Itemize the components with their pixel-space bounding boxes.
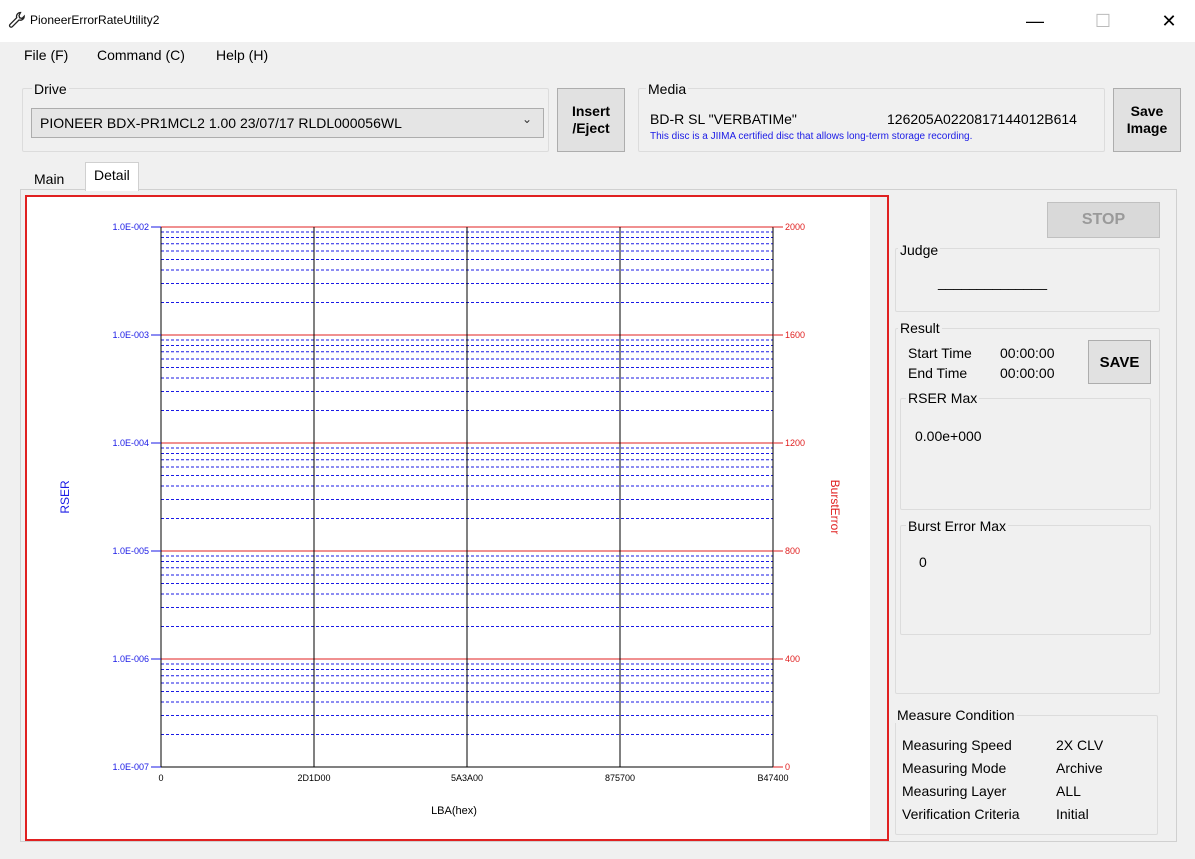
error-rate-chart: 1.0E-002 1.0E-003 1.0E-004 1.0E-005 1.0E-006… xyxy=(58,222,842,817)
close-button[interactable]: ✕ xyxy=(1146,0,1192,42)
stop-button[interactable]: STOP xyxy=(1047,202,1160,238)
y-left-tick-label: 1.0E-002 xyxy=(112,222,149,232)
rser-max-group xyxy=(900,398,1151,510)
minimize-button[interactable]: — xyxy=(1012,0,1058,42)
burst-error-max-label: Burst Error Max xyxy=(906,518,1009,534)
measuring-mode-value: Archive xyxy=(1056,760,1103,776)
media-label: Media xyxy=(646,81,689,97)
x-tick-label: 875700 xyxy=(605,773,635,783)
tab-detail[interactable]: Detail xyxy=(85,162,139,191)
result-label: Result xyxy=(898,320,942,336)
insert-eject-label-1: Insert xyxy=(571,103,611,119)
x-tick-label: 2D1D00 xyxy=(297,773,330,783)
measuring-layer-value: ALL xyxy=(1056,783,1081,799)
measuring-speed-label: Measuring Speed xyxy=(902,737,1012,753)
save-button[interactable]: SAVE xyxy=(1088,340,1151,384)
x-axis-label: LBA(hex) xyxy=(431,805,477,817)
menu-file[interactable]: File (F) xyxy=(24,47,68,63)
menu-help[interactable]: Help (H) xyxy=(216,47,268,63)
save-image-button[interactable]: Save Image xyxy=(1113,88,1181,152)
y-axis-right-label: BurstError xyxy=(828,480,842,535)
y-right-tick-label: 400 xyxy=(785,654,800,664)
measuring-layer-label: Measuring Layer xyxy=(902,783,1007,799)
x-tick-label: 5A3A00 xyxy=(451,773,483,783)
judge-value: ______________ xyxy=(938,274,1048,290)
wrench-icon xyxy=(8,11,25,28)
y-right-tick-label: 800 xyxy=(785,546,800,556)
end-time-value: 00:00:00 xyxy=(1000,365,1055,381)
chart-margin xyxy=(870,197,887,839)
rser-max-label: RSER Max xyxy=(906,390,980,406)
burst-error-max-group xyxy=(900,525,1151,635)
insert-eject-label-2: /Eject xyxy=(572,120,610,136)
judge-label: Judge xyxy=(898,242,941,258)
y-left-tick-label: 1.0E-007 xyxy=(112,762,149,772)
y-right-tick-label: 2000 xyxy=(785,222,805,232)
save-image-label-2: Image xyxy=(1126,120,1168,136)
measure-condition-label: Measure Condition xyxy=(895,707,1017,723)
verification-criteria-label: Verification Criteria xyxy=(902,806,1020,822)
tab-main[interactable]: Main xyxy=(26,167,72,193)
y-right-tick-label: 0 xyxy=(785,762,790,772)
rser-max-value: 0.00e+000 xyxy=(915,428,982,444)
start-time-label: Start Time xyxy=(908,345,972,361)
window-title: PioneerErrorRateUtility2 xyxy=(30,13,160,27)
measuring-speed-value: 2X CLV xyxy=(1056,737,1104,753)
verification-criteria-value: Initial xyxy=(1056,806,1089,822)
maximize-button[interactable]: ☐ xyxy=(1080,0,1126,42)
x-tick-label: B47400 xyxy=(757,773,788,783)
chevron-down-icon[interactable]: ⌄ xyxy=(522,112,532,126)
measuring-mode-label: Measuring Mode xyxy=(902,760,1007,776)
insert-eject-button[interactable]: Insert/Eject xyxy=(557,88,625,152)
end-time-label: End Time xyxy=(908,365,968,381)
drive-label: Drive xyxy=(32,81,69,97)
y-left-tick-label: 1.0E-004 xyxy=(112,438,149,448)
y-right-tick-label: 1200 xyxy=(785,438,805,448)
y-left-tick-label: 1.0E-006 xyxy=(112,654,149,664)
y-axis-left-label: RSER xyxy=(58,480,72,514)
drive-select[interactable]: PIONEER BDX-PR1MCL2 1.00 23/07/17 RLDL00… xyxy=(31,108,544,138)
burst-error-max-value: 0 xyxy=(919,554,927,570)
media-name: BD-R SL "VERBATIMe" xyxy=(650,111,797,127)
y-left-tick-label: 1.0E-005 xyxy=(112,546,149,556)
y-right-tick-label: 1600 xyxy=(785,330,805,340)
x-tick-label: 0 xyxy=(158,773,163,783)
menu-command[interactable]: Command (C) xyxy=(97,47,185,63)
save-image-label-1: Save xyxy=(1130,103,1164,119)
start-time-value: 00:00:00 xyxy=(1000,345,1055,361)
media-note: This disc is a JIIMA certified disc that… xyxy=(650,131,973,142)
y-left-tick-label: 1.0E-003 xyxy=(112,330,149,340)
media-id: 126205A0220817144012B614 xyxy=(887,111,1077,127)
